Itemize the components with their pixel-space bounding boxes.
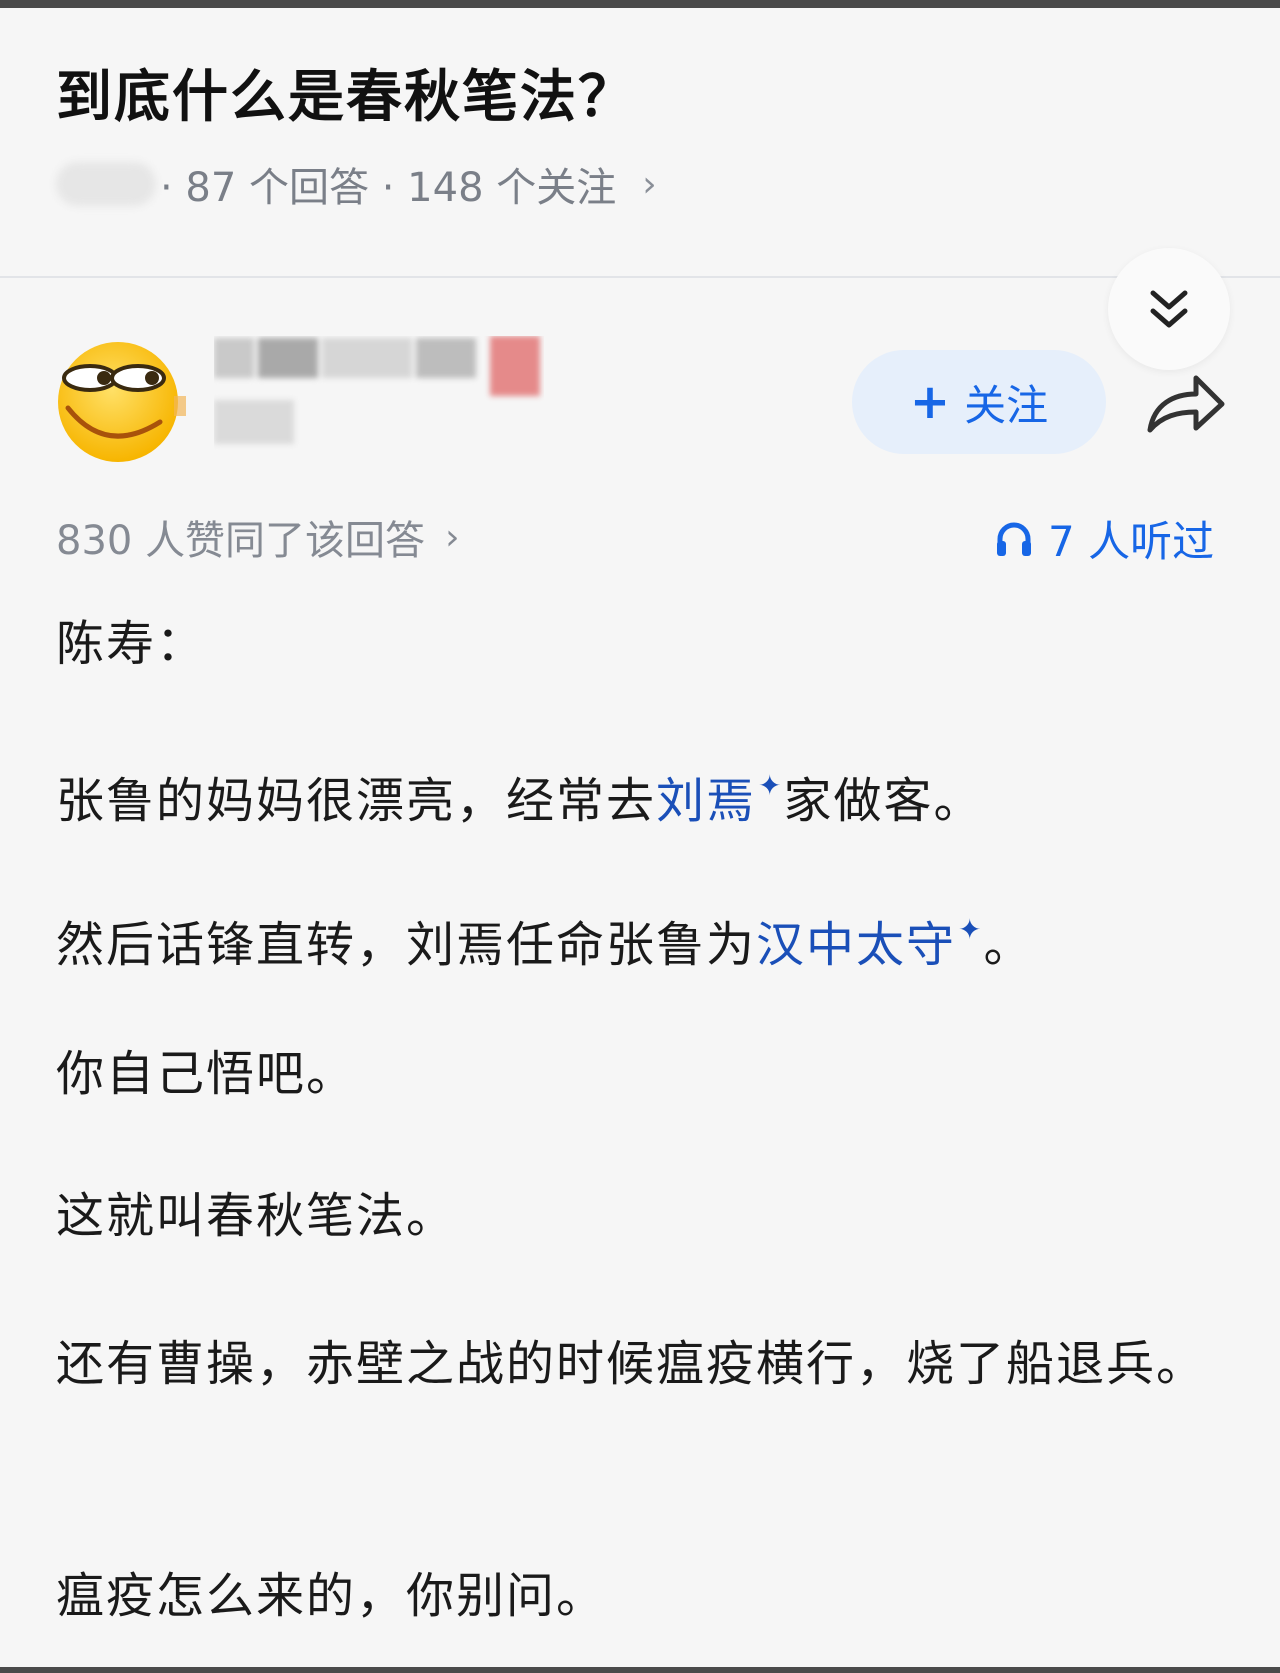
collapse-button[interactable] <box>1108 248 1230 370</box>
answer-text: 然后话锋直转，刘焉任命张鲁为 <box>56 917 757 973</box>
answer-paragraph-5: 这就叫春秋笔法。 <box>56 1188 457 1244</box>
double-chevron-down-icon <box>1150 290 1188 328</box>
answer-follow-count: · 87 个回答 · 148 个关注 <box>160 165 617 211</box>
answer-paragraph-3: 然后话锋直转，刘焉任命张鲁为汉中太守✦。 <box>56 886 1226 989</box>
question-title[interactable]: 到底什么是春秋笔法？ <box>56 52 636 133</box>
answer-paragraph-7: 瘟疫怎么来的，你别问。 <box>56 1568 607 1624</box>
entity-link-hanzhong-taishou[interactable]: 汉中太守 <box>756 917 956 973</box>
bottom-edge <box>0 1667 1280 1673</box>
sparkle-icon: ✦ <box>758 769 784 802</box>
top-edge <box>0 0 1280 8</box>
answer-paragraph-1: 陈寿： <box>56 616 207 672</box>
answer-paragraph-6: 还有曹操，赤壁之战的时候瘟疫横行，烧了船退兵。 <box>56 1336 1207 1392</box>
divider <box>0 276 1280 278</box>
follow-button[interactable]: + 关注 <box>852 350 1106 454</box>
entity-link-liu-yan[interactable]: 刘焉 <box>656 773 756 829</box>
answer-paragraph-4: 你自己悟吧。 <box>56 1046 357 1102</box>
answer-text: 家做客。 <box>783 773 984 829</box>
share-arrow-icon[interactable] <box>1144 368 1228 438</box>
listened-text: 7 人听过 <box>1048 517 1215 566</box>
vote-count[interactable]: 830 人赞同了该回答 › <box>56 508 459 566</box>
author-name-blurred[interactable] <box>214 336 544 466</box>
chevron-right-icon: › <box>445 516 460 558</box>
plus-icon: + <box>909 374 951 430</box>
answer-text: 张鲁的妈妈很漂亮，经常去 <box>56 773 657 829</box>
follow-label: 关注 <box>964 380 1049 430</box>
sparkle-icon: ✦ <box>958 913 984 946</box>
chevron-right-icon: › <box>642 163 657 205</box>
answer-text: 。 <box>983 917 1034 973</box>
answer-paragraph-2: 张鲁的妈妈很漂亮，经常去刘焉✦家做客。 <box>56 742 1226 845</box>
vote-count-text: 830 人赞同了该回答 <box>56 518 426 564</box>
listened-count[interactable]: 7 人听过 <box>994 508 1214 569</box>
headphones-icon <box>997 522 1031 556</box>
question-meta[interactable]: · 87 个回答 · 148 个关注 › <box>56 158 657 211</box>
blurred-topic <box>56 162 156 206</box>
avatar[interactable] <box>56 336 186 466</box>
